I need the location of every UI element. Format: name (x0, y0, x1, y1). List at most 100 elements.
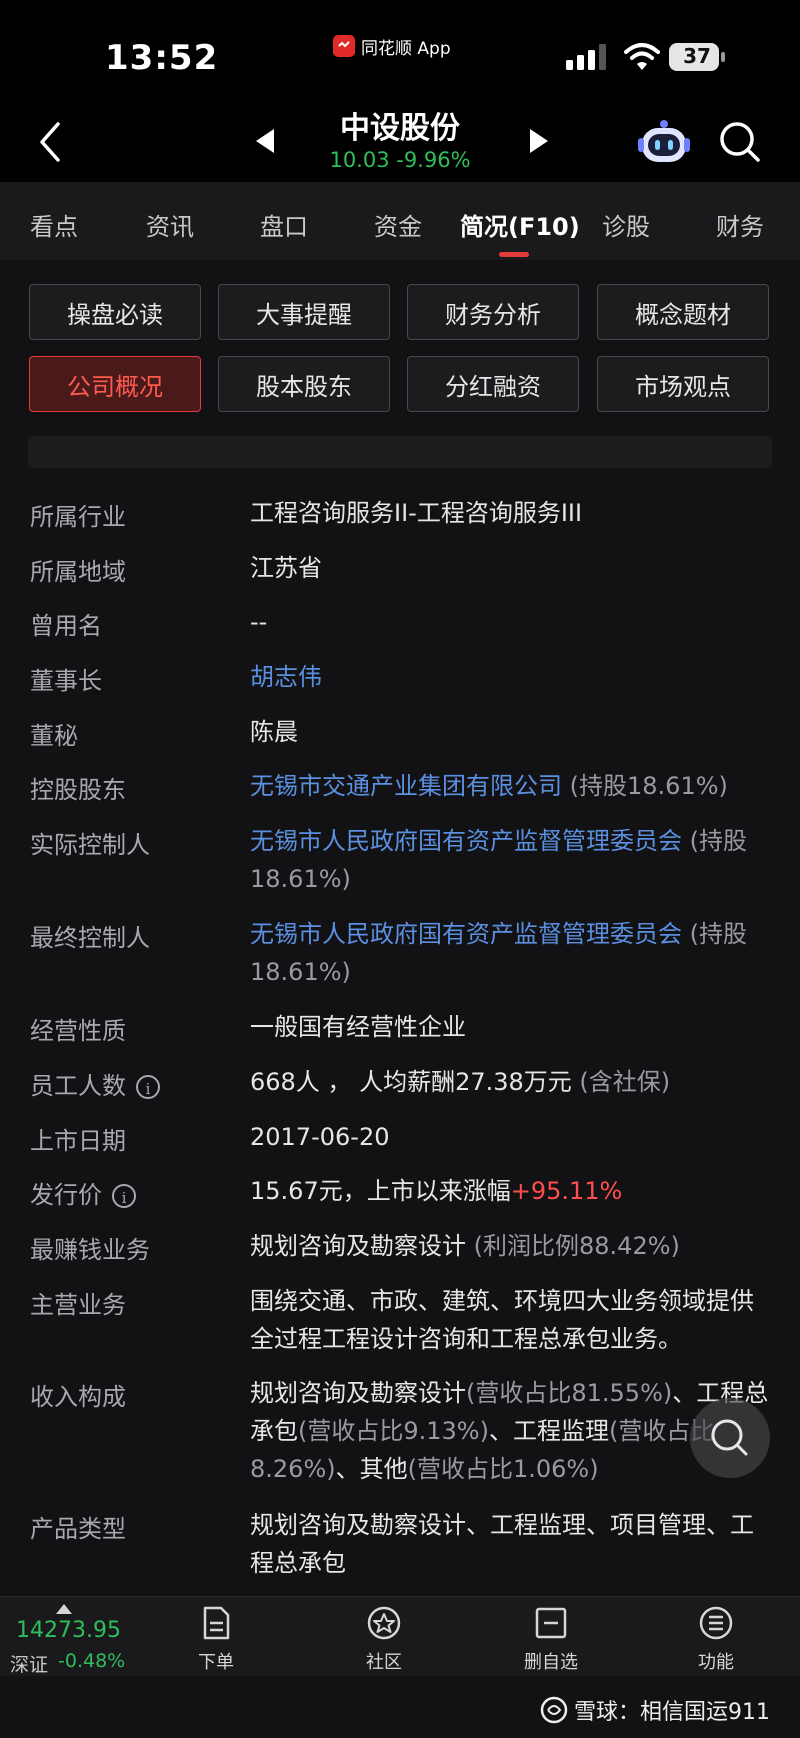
value-controlling-row: 无锡市交通产业集团有限公司 (持股18.61%) (250, 767, 770, 805)
controlling-stake: (持股18.61%) (569, 772, 728, 800)
community-icon (367, 1606, 401, 1640)
btn-market-views[interactable]: 市场观点 (597, 356, 769, 412)
revenue-part-note: (营收占比81.55%) (466, 1379, 673, 1407)
nav-remove-watchlist[interactable]: 删自选 (501, 1604, 601, 1674)
label-chairman: 董事长 (30, 667, 102, 695)
revenue-part-name: 规划咨询及勘察设计 (250, 1379, 466, 1407)
label-listing-date: 上市日期 (30, 1127, 126, 1155)
label-nature: 经营性质 (30, 1017, 126, 1045)
value-employees-row: 668人 ， 人均薪酬27.38万元 (含社保) (250, 1063, 770, 1101)
label-employees-row: 员工人数 i (30, 1066, 160, 1101)
nav-community-label: 社区 (366, 1652, 402, 1673)
label-industry: 所属行业 (30, 503, 126, 531)
order-icon (203, 1606, 230, 1640)
btn-financial-analysis[interactable]: 财务分析 (407, 284, 579, 340)
index-expand-icon[interactable] (56, 1604, 72, 1614)
label-ultimate-controller: 最终控制人 (30, 924, 150, 952)
label-controlling-shareholder: 控股股东 (30, 776, 126, 804)
revenue-part-name: 其他 (359, 1455, 408, 1483)
nav-functions[interactable]: 功能 (666, 1604, 766, 1674)
issue-price-change: +95.11% (510, 1177, 623, 1205)
index-name: 深证 (10, 1654, 49, 1676)
label-revenue: 收入构成 (30, 1383, 126, 1411)
remove-watchlist-icon (535, 1607, 567, 1639)
watermark: 雪球：相信国运911 (540, 1694, 770, 1726)
value-former-name: -- (250, 608, 268, 636)
issue-price-value: 15.67元，上市以来涨幅 (250, 1177, 511, 1205)
label-employees: 员工人数 (30, 1072, 126, 1100)
label-actual-controller: 实际控制人 (30, 831, 150, 859)
ultimate-controller-link[interactable]: 无锡市人民政府国有资产监督管理委员会 (250, 920, 682, 948)
tab-news[interactable]: 资讯 (146, 207, 194, 242)
label-product-type: 产品类型 (30, 1515, 126, 1543)
value-product-type: 规划咨询及勘察设计、工程监理、项目管理、工程总承包 (250, 1511, 754, 1577)
tab-diagnosis[interactable]: 诊股 (602, 207, 650, 242)
actual-controller-link[interactable]: 无锡市人民政府国有资产监督管理委员会 (250, 827, 682, 855)
btn-trading-must-read[interactable]: 操盘必读 (29, 284, 201, 340)
value-listing-date: 2017-06-20 (250, 1123, 390, 1151)
label-region: 所属地域 (30, 558, 126, 586)
value-ultimate-controller-row: 无锡市人民政府国有资产监督管理委员会 (持股18.61%) (250, 915, 770, 991)
cellular-signal-icon (566, 44, 606, 70)
app-logo-icon (333, 35, 355, 57)
btn-concept-themes[interactable]: 概念题材 (597, 284, 769, 340)
index-value[interactable]: 14273.95 (16, 1618, 121, 1643)
tab-profile-f10[interactable]: 简况(F10) (460, 207, 580, 242)
issue-price-info-icon[interactable]: i (112, 1184, 136, 1208)
label-issue-price-row: 发行价 i (30, 1175, 136, 1210)
revenue-separator: 、 (335, 1455, 360, 1483)
snowball-logo-icon (540, 1696, 568, 1724)
status-time: 13:52 (105, 38, 219, 78)
value-main-business: 围绕交通、市政、建筑、环境四大业务领域提供全过程工程设计咨询和工程总承包业务。 (250, 1287, 754, 1353)
tab-fund-flow[interactable]: 资金 (374, 207, 422, 242)
btn-company-overview[interactable]: 公司概况 (29, 356, 201, 412)
next-stock-icon[interactable] (524, 126, 554, 156)
nav-functions-label: 功能 (698, 1652, 734, 1673)
employees-value: 668人 ， 人均薪酬27.38万元 (250, 1068, 572, 1096)
nav-order-label: 下单 (198, 1652, 234, 1673)
floating-search-icon (711, 1419, 748, 1456)
label-secretary: 董秘 (30, 722, 78, 750)
value-industry: 工程咨询服务II-工程咨询服务III (250, 499, 583, 527)
employees-info-icon[interactable]: i (136, 1075, 160, 1099)
menu-icon (699, 1606, 733, 1640)
app-badge: 同花顺 App (333, 32, 451, 60)
robot-assistant-icon[interactable] (636, 118, 692, 170)
value-chairman-row: 胡志伟 (250, 658, 770, 696)
search-icon[interactable] (716, 118, 764, 166)
label-main-business: 主营业务 (30, 1291, 126, 1319)
nav-community[interactable]: 社区 (334, 1604, 434, 1674)
nav-order[interactable]: 下单 (166, 1604, 266, 1674)
active-tab-indicator (499, 252, 529, 257)
chairman-link[interactable]: 胡志伟 (250, 663, 322, 691)
value-issue-price-row: 15.67元，上市以来涨幅+95.11% (250, 1172, 770, 1210)
tab-orderbook[interactable]: 盘口 (260, 207, 308, 242)
value-top-business-row: 规划咨询及勘察设计 (利润比例88.42%) (250, 1227, 770, 1265)
label-issue-price: 发行价 (30, 1181, 102, 1209)
value-nature: 一般国有经营性企业 (250, 1013, 466, 1041)
floating-search-button[interactable] (690, 1398, 770, 1478)
top-business-note: (利润比例88.42%) (473, 1232, 680, 1260)
controlling-shareholder-link[interactable]: 无锡市交通产业集团有限公司 (250, 772, 562, 800)
value-region: 江苏省 (250, 554, 322, 582)
employees-note: (含社保) (579, 1068, 671, 1096)
label-top-business: 最赚钱业务 (30, 1236, 150, 1264)
tab-highlights[interactable]: 看点 (30, 207, 78, 242)
label-former-name: 曾用名 (30, 612, 102, 640)
app-name: 同花顺 App (361, 38, 451, 59)
btn-event-reminder[interactable]: 大事提醒 (218, 284, 390, 340)
watermark-text: 雪球：相信国运911 (574, 1700, 770, 1725)
tab-financials[interactable]: 财务 (716, 207, 764, 242)
section-divider-bar (28, 436, 772, 468)
btn-shareholders[interactable]: 股本股东 (218, 356, 390, 412)
index-change: -0.48% (58, 1650, 126, 1672)
wifi-icon (624, 43, 660, 70)
btn-dividend-financing[interactable]: 分红融资 (407, 356, 579, 412)
revenue-part-note: (营收占比9.13%) (298, 1417, 489, 1445)
nav-remove-watchlist-label: 删自选 (524, 1652, 578, 1673)
revenue-separator: 、 (488, 1417, 513, 1445)
value-actual-controller-row: 无锡市人民政府国有资产监督管理委员会 (持股18.61%) (250, 822, 770, 898)
top-business-value: 规划咨询及勘察设计 (250, 1232, 466, 1260)
revenue-part-note: (营收占比1.06%) (407, 1455, 599, 1483)
value-secretary: 陈晨 (250, 718, 298, 746)
